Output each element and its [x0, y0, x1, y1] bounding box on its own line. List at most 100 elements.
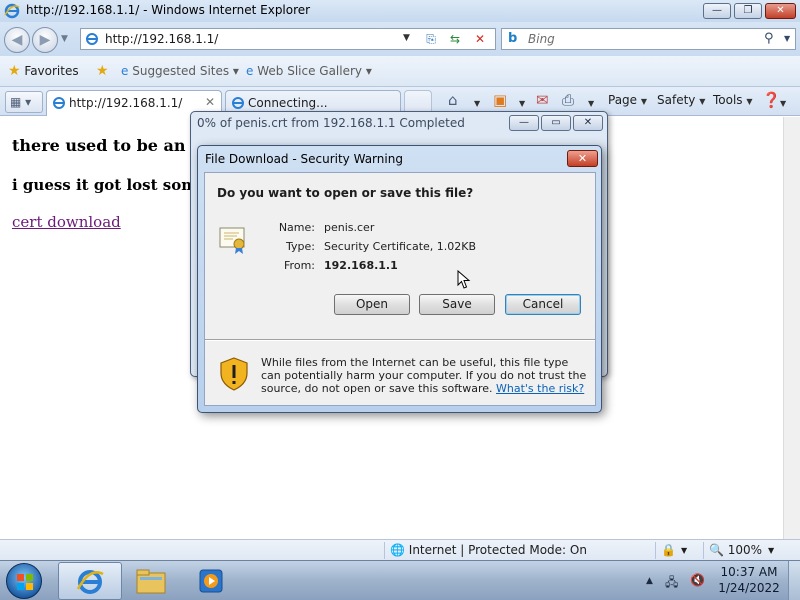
add-to-favorites-bar-icon[interactable]: ★ [96, 63, 109, 79]
security-warning-text: While files from the Internet can be use… [261, 356, 591, 395]
page-menu[interactable]: Page ▼ [608, 93, 647, 107]
progress-close-button[interactable]: ✕ [573, 115, 603, 131]
favorites-star-icon: ★ [8, 63, 21, 79]
favorites-bar: ★ Favorites ★ e Suggested Sites ▾ e Web … [0, 56, 800, 87]
dialog-question: Do you want to open or save this file? [217, 186, 474, 200]
home-icon[interactable]: ⌂ [448, 91, 458, 109]
network-icon[interactable]: 🖧 [665, 573, 678, 594]
recent-pages-dropdown[interactable]: ▼ [61, 34, 68, 44]
taskbar: ▲ 🖧 🔇 10:37 AM 1/24/2022 [0, 560, 800, 600]
tools-menu[interactable]: Tools ▼ [713, 93, 753, 107]
search-icon[interactable]: ⚲ [764, 31, 774, 46]
navigation-bar: ◀ ▶ ▼ http://192.168.1.1/ ▼ ⎘ ⇆ ✕ b Bing… [0, 22, 800, 56]
zoom-control[interactable]: 🔍 100% [709, 543, 762, 557]
page-heading-line-1: there used to be an ind [12, 136, 220, 155]
file-download-security-warning-dialog: File Download - Security Warning ✕ Do yo… [197, 145, 602, 413]
taskbar-internet-explorer[interactable] [58, 562, 122, 600]
warning-shield-icon [220, 357, 248, 391]
open-button[interactable]: Open [334, 294, 410, 315]
search-input[interactable]: Bing [528, 32, 555, 46]
folder-icon [136, 569, 166, 594]
start-button[interactable] [6, 563, 42, 599]
search-box[interactable]: b Bing ⚲ ▼ [501, 28, 796, 50]
close-window-button[interactable]: ✕ [765, 3, 796, 19]
dialog-divider [205, 339, 595, 341]
zoom-icon: 🔍 [709, 543, 724, 557]
save-button[interactable]: Save [419, 294, 495, 315]
file-source-value: 192.168.1.1 [324, 259, 398, 272]
compatibility-view-icon[interactable]: ⎘ [421, 31, 441, 47]
progress-maximize-button[interactable]: ▭ [541, 115, 571, 131]
from-label: From: [284, 259, 315, 272]
download-progress-title: 0% of penis.crt from 192.168.1.1 Complet… [197, 116, 465, 130]
security-zone-label: Internet | Protected Mode: On [408, 543, 587, 557]
search-options-dropdown-icon[interactable]: ▼ [784, 34, 790, 43]
feeds-dropdown[interactable]: ▼ [519, 95, 525, 109]
help-icon[interactable]: ❓ [762, 91, 781, 109]
ie-page-icon: e [121, 64, 129, 78]
address-bar[interactable]: http://192.168.1.1/ ▼ ⎘ ⇆ ✕ [80, 28, 496, 50]
stop-icon[interactable]: ✕ [470, 31, 490, 47]
back-button[interactable]: ◀ [4, 27, 30, 53]
progress-minimize-button[interactable]: — [509, 115, 539, 131]
protected-mode-icon[interactable]: 🔒 [661, 543, 676, 557]
address-dropdown-icon[interactable]: ▼ [403, 33, 410, 43]
quick-tabs-button[interactable]: ▦ ▾ [5, 91, 43, 113]
address-url[interactable]: http://192.168.1.1/ [105, 32, 218, 46]
refresh-icon[interactable]: ⇆ [445, 31, 465, 47]
clock-time: 10:37 AM [720, 565, 778, 579]
clock-date: 1/24/2022 [718, 581, 780, 595]
taskbar-windows-explorer[interactable] [120, 562, 184, 600]
dialog-close-button[interactable]: ✕ [567, 150, 598, 167]
cert-download-link[interactable]: cert download [12, 213, 121, 231]
suggested-sites-label: Suggested Sites ▾ [132, 64, 239, 78]
safety-menu[interactable]: Safety ▼ [657, 93, 705, 107]
system-clock[interactable]: 10:37 AM 1/24/2022 [716, 564, 782, 596]
suggested-sites-link[interactable]: e Suggested Sites ▾ [121, 64, 239, 78]
safety-menu-label: Safety [657, 93, 696, 107]
zoom-level: 100% [727, 543, 763, 557]
read-mail-icon[interactable]: ✉ [536, 91, 549, 109]
ie-logo-icon [4, 3, 20, 19]
forward-button[interactable]: ▶ [32, 27, 58, 53]
page-icon [86, 33, 98, 45]
favorites-button[interactable]: ★ Favorites [8, 63, 79, 79]
type-label: Type: [286, 240, 315, 253]
minimize-button[interactable]: — [703, 3, 731, 19]
web-slice-gallery-label: Web Slice Gallery ▾ [257, 64, 372, 78]
taskbar-media-player[interactable] [180, 562, 244, 600]
name-label: Name: [278, 221, 315, 234]
protected-mode-dropdown[interactable]: ▼ [681, 546, 687, 555]
zoom-dropdown[interactable]: ▼ [768, 546, 774, 555]
web-slice-gallery-link[interactable]: e Web Slice Gallery ▾ [246, 64, 372, 78]
new-tab-button[interactable] [404, 90, 432, 112]
feeds-icon[interactable]: ▣ [493, 91, 507, 109]
show-desktop-button[interactable] [788, 561, 800, 600]
security-zone[interactable]: 🌐 Internet | Protected Mode: On [390, 543, 587, 557]
volume-muted-icon[interactable]: 🔇 [690, 573, 705, 587]
globe-icon: 🌐 [390, 543, 405, 557]
window-title-bar[interactable]: http://192.168.1.1/ - Windows Internet E… [0, 0, 800, 22]
loading-page-icon [232, 97, 244, 109]
print-dropdown[interactable]: ▼ [588, 95, 594, 109]
favorites-label: Favorites [24, 64, 79, 78]
home-dropdown[interactable]: ▼ [474, 95, 480, 109]
bing-logo-icon: b [508, 31, 518, 46]
close-tab-icon[interactable]: ✕ [205, 95, 215, 109]
tab-label: Connecting... [248, 96, 328, 110]
print-icon[interactable]: ⎙ [562, 91, 574, 109]
chevron-down-icon: ▼ [640, 97, 648, 106]
whats-the-risk-link[interactable]: What's the risk? [496, 382, 584, 395]
cancel-button[interactable]: Cancel [505, 294, 581, 315]
maximize-button[interactable]: ❐ [734, 3, 762, 19]
help-dropdown[interactable]: ▼ [780, 95, 786, 109]
show-hidden-icons-button[interactable]: ▲ [646, 576, 653, 586]
window-title: http://192.168.1.1/ - Windows Internet E… [26, 3, 311, 17]
windows-logo-icon [17, 574, 33, 590]
media-player-icon [199, 569, 223, 593]
vertical-scrollbar[interactable] [783, 117, 800, 539]
dialog-body: Do you want to open or save this file? N… [204, 172, 596, 406]
status-separator [384, 542, 385, 559]
chevron-down-icon: ▼ [746, 97, 753, 106]
page-menu-label: Page [608, 93, 638, 107]
